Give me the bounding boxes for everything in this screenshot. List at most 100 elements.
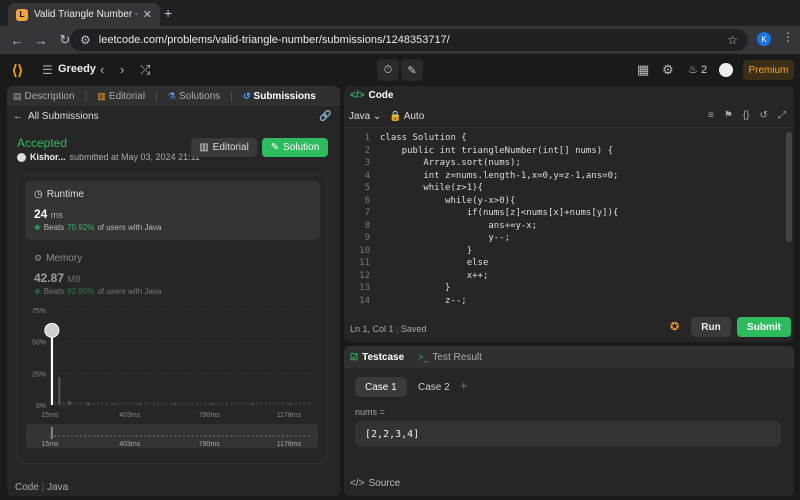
code-line[interactable]: 14 z--; bbox=[344, 295, 784, 307]
format-icon[interactable]: ≡ bbox=[708, 110, 714, 121]
slider-mini-bar bbox=[195, 435, 198, 437]
distribution-bar[interactable] bbox=[210, 403, 213, 405]
indent-mode[interactable]: 🔒 Auto bbox=[389, 111, 424, 122]
submit-button[interactable]: Submit bbox=[737, 317, 791, 337]
code-line[interactable]: 1 class Solution { bbox=[344, 132, 784, 144]
baseline-bar bbox=[183, 402, 185, 405]
editor-scrollbar[interactable] bbox=[786, 132, 792, 242]
braces-icon[interactable]: {} bbox=[743, 110, 750, 121]
distribution-bar[interactable] bbox=[50, 335, 54, 405]
url-bar[interactable]: ⚙ leetcode.com/problems/valid-triangle-n… bbox=[70, 29, 748, 51]
distribution-bar[interactable] bbox=[87, 402, 90, 405]
bookmark-star-icon[interactable]: ☆ bbox=[727, 33, 738, 47]
distribution-bar[interactable] bbox=[173, 403, 176, 405]
close-tab-icon[interactable]: ✕ bbox=[143, 8, 152, 21]
back-icon[interactable]: ← bbox=[8, 33, 26, 48]
code-line[interactable]: 3 Arrays.sort(nums); bbox=[344, 157, 784, 169]
premium-button[interactable]: Premium bbox=[743, 60, 794, 80]
browser-menu-icon[interactable]: ⋮ bbox=[782, 30, 794, 44]
line-number: 1 bbox=[364, 133, 370, 143]
tab-test-result[interactable]: >_ Test Result bbox=[418, 352, 482, 363]
baseline-bar bbox=[75, 402, 78, 405]
line-number: 7 bbox=[364, 208, 370, 218]
next-problem-icon[interactable]: › bbox=[120, 62, 124, 77]
baseline-bar bbox=[122, 402, 125, 405]
case-2-button[interactable]: Case 2 bbox=[408, 377, 460, 397]
code-line[interactable]: 8 ans+=y-x; bbox=[344, 220, 784, 232]
language-select[interactable]: Java ⌄ bbox=[349, 111, 381, 122]
timer-icon[interactable]: ⏱ bbox=[377, 59, 399, 81]
author-name[interactable]: Kishor... bbox=[30, 152, 66, 162]
baseline-bar bbox=[286, 402, 289, 405]
runtime-distribution-chart[interactable]: 75% 50% 25% 0% 15ms 403ms 790ms 1178ms 15ms 403ms… bbox=[18, 300, 328, 465]
description-icon: ▤ bbox=[13, 90, 22, 101]
add-case-icon[interactable]: + bbox=[460, 378, 468, 393]
baseline-bar bbox=[135, 402, 138, 405]
memory-card[interactable]: ⚙ Memory 42.87 MB ❀ Beats 92.95% of users wi… bbox=[25, 245, 320, 301]
slider-mini-bar bbox=[140, 435, 142, 437]
tab-testcase[interactable]: ☑ Testcase bbox=[350, 352, 404, 363]
code-line[interactable]: 13 } bbox=[344, 282, 784, 294]
streak-counter[interactable]: ♨ 2 bbox=[688, 63, 707, 76]
distribution-bar[interactable] bbox=[288, 403, 291, 405]
distribution-bar[interactable] bbox=[251, 403, 254, 405]
reset-icon[interactable]: ↺ bbox=[760, 110, 768, 121]
slider-mini-bar bbox=[71, 435, 74, 437]
site-info-icon[interactable]: ⚙ bbox=[80, 33, 91, 47]
case-1-button[interactable]: Case 1 bbox=[355, 377, 407, 397]
tab-divider: | bbox=[230, 90, 233, 102]
slider-mini-bar bbox=[101, 435, 104, 437]
settings-gear-icon[interactable]: ⚙ bbox=[662, 62, 674, 78]
run-button[interactable]: Run bbox=[691, 317, 731, 337]
runtime-card[interactable]: ◷ Runtime 24 ms ❀ Beats 70.92% of users with… bbox=[25, 181, 320, 240]
distribution-bar[interactable] bbox=[58, 377, 61, 405]
browser-tab[interactable]: L Valid Triangle Number - LeetC ✕ bbox=[8, 3, 160, 26]
chevron-down-icon: ⌄ bbox=[372, 111, 382, 122]
your-submission-marker[interactable] bbox=[44, 322, 60, 338]
tab-solutions[interactable]: ⚗ Solutions bbox=[168, 91, 220, 102]
shuffle-icon[interactable]: ⤮ bbox=[140, 62, 150, 78]
code-line[interactable]: 4 int z=nums.length-1,x=0,y=z-1,ans=0; bbox=[344, 170, 784, 182]
layout-grid-icon[interactable]: ▦ bbox=[637, 62, 649, 78]
bookmark-icon[interactable]: ⚑ bbox=[724, 110, 733, 121]
tab-description[interactable]: ▤ Description bbox=[13, 91, 75, 102]
code-line[interactable]: 10 } bbox=[344, 245, 784, 257]
code-line[interactable]: 2 public int triangleNumber(int[] nums) … bbox=[344, 145, 784, 157]
all-submissions-link[interactable]: ← All Submissions bbox=[13, 111, 99, 122]
slider-mini-bar bbox=[144, 435, 147, 437]
leetcode-logo-icon[interactable]: ⟨⟩ bbox=[12, 62, 23, 79]
distribution-bar[interactable] bbox=[138, 403, 141, 405]
distribution-bar[interactable] bbox=[68, 401, 71, 405]
assistant-icon[interactable]: ✪ bbox=[670, 320, 679, 333]
code-line[interactable]: 12 x++; bbox=[344, 270, 784, 282]
editorial-button[interactable]: ▥ Editorial bbox=[191, 138, 257, 157]
fullscreen-icon[interactable]: ⤢ bbox=[778, 110, 786, 121]
code-line[interactable]: 11 else bbox=[344, 257, 784, 269]
new-tab-icon[interactable]: + bbox=[164, 5, 172, 21]
code-line[interactable]: 5 while(z>1){ bbox=[344, 182, 784, 194]
code-line[interactable]: 9 y--; bbox=[344, 232, 784, 244]
nums-input[interactable]: [2,2,3,4] bbox=[355, 421, 781, 447]
tab-editorial[interactable]: ▥ Editorial bbox=[97, 91, 145, 102]
problem-list-icon[interactable]: ☰ bbox=[42, 63, 53, 77]
user-avatar[interactable] bbox=[719, 63, 733, 77]
code-line[interactable]: 7 if(nums[z]<nums[x]+nums[y]){ bbox=[344, 207, 784, 219]
memory-beats: ❀ Beats 92.95% of users with Java bbox=[34, 287, 162, 296]
code-line[interactable]: 6 while(y-x>0){ bbox=[344, 195, 784, 207]
notes-icon[interactable]: ✎ bbox=[401, 59, 423, 81]
source-link[interactable]: </> Source bbox=[350, 478, 400, 489]
browser-profile-avatar[interactable]: K bbox=[757, 32, 771, 46]
distribution-bar[interactable] bbox=[111, 403, 114, 405]
prev-problem-icon[interactable]: ‹ bbox=[100, 62, 104, 77]
solution-button[interactable]: ✎ Solution bbox=[262, 138, 328, 157]
x-tick-label: 790ms bbox=[199, 412, 221, 419]
code-editor[interactable]: 1 class Solution {2 public int triangleNu… bbox=[344, 132, 794, 312]
slider-mini-bar bbox=[161, 435, 164, 437]
slider-mini-bar bbox=[191, 435, 194, 437]
baseline-bar bbox=[191, 402, 194, 405]
forward-icon[interactable]: → bbox=[32, 33, 50, 48]
tab-submissions[interactable]: ↺ Submissions bbox=[243, 91, 316, 102]
url-text: leetcode.com/problems/valid-triangle-num… bbox=[98, 34, 450, 46]
share-link-icon[interactable]: 🔗 bbox=[319, 111, 331, 122]
problem-list-name[interactable]: Greedy bbox=[58, 63, 96, 75]
